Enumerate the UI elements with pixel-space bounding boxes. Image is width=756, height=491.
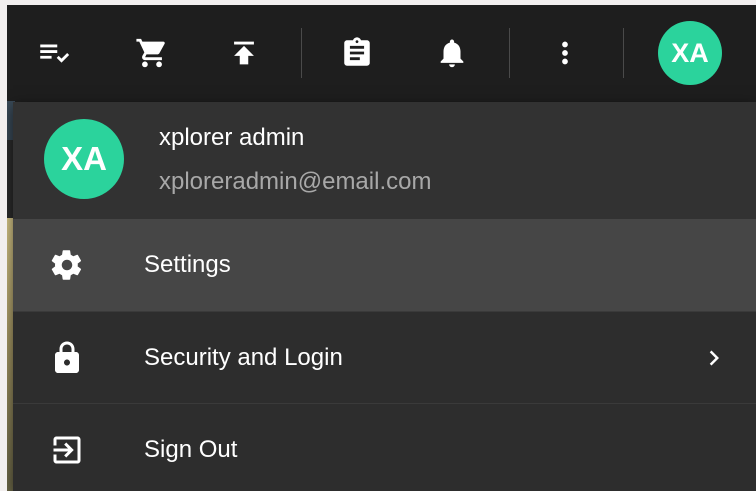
toolbar-divider [509,28,510,78]
notifications-button[interactable] [430,25,474,81]
sign-out-icon [49,432,85,468]
menu-item-label: Security and Login [144,343,343,371]
account-menu: XA xplorer admin xploreradmin@email.com … [13,102,756,491]
user-email: xploreradmin@email.com [159,168,432,195]
cart-button[interactable] [130,25,174,81]
user-name: xplorer admin [159,124,305,151]
clipboard-button[interactable] [335,25,379,81]
chevron-right-icon [699,343,729,373]
playlist-check-icon [40,44,70,63]
bell-icon [440,39,464,68]
account-menu-header: XA xplorer admin xploreradmin@email.com [13,102,756,219]
menu-item-settings[interactable]: Settings [13,219,756,311]
task-list-button[interactable] [31,25,75,81]
avatar: XA [44,119,124,199]
menu-item-sign-out[interactable]: Sign Out [13,403,756,491]
menu-item-label: Settings [144,251,231,278]
account-avatar-button[interactable]: XA [658,21,722,85]
upload-button[interactable] [222,25,266,81]
app-frame: XA XA xplorer admin xploreradmin@email.c… [7,5,756,491]
more-options-button[interactable] [543,25,587,81]
toolbar-divider [301,28,302,78]
lock-icon [49,340,85,376]
menu-item-label: Sign Out [144,435,238,463]
toolbar-divider [623,28,624,78]
cart-icon [136,38,165,68]
top-toolbar: XA [7,5,756,101]
clipboard-icon [344,37,370,66]
gear-icon [49,247,85,283]
more-vert-icon [562,41,568,65]
upload-icon [234,41,254,65]
menu-item-security-and-login[interactable]: Security and Login [13,311,756,403]
